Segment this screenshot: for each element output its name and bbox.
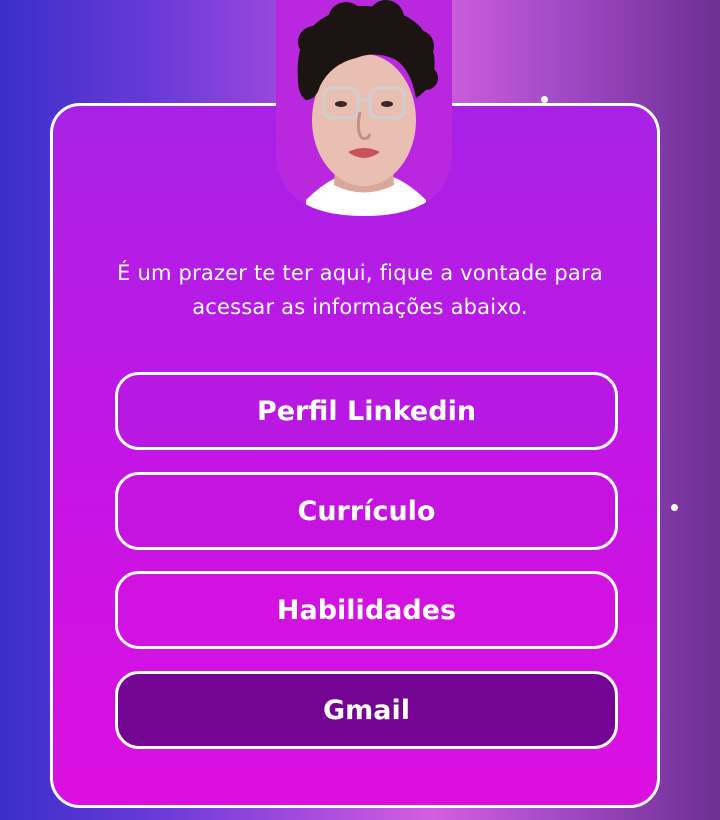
linkedin-profile-label: Perfil Linkedin (256, 395, 477, 427)
gmail-label: Gmail (322, 694, 411, 726)
resume-label: Currículo (297, 495, 436, 527)
profile-photo (276, 0, 452, 216)
profile-avatar (276, 0, 452, 216)
skills-button[interactable]: Habilidades (115, 571, 618, 649)
decorative-dot (541, 96, 548, 103)
resume-button[interactable]: Currículo (115, 472, 618, 550)
decorative-dot (671, 504, 678, 511)
linkedin-profile-button[interactable]: Perfil Linkedin (115, 372, 618, 450)
gmail-button[interactable]: Gmail (115, 671, 618, 749)
welcome-message: É um prazer te ter aqui, fique a vontade… (110, 256, 610, 324)
welcome-line-2: acessar as informações abaixo. (192, 295, 528, 319)
skills-label: Habilidades (276, 594, 457, 626)
welcome-line-1: É um prazer te ter aqui, fique a vontade… (117, 261, 603, 285)
